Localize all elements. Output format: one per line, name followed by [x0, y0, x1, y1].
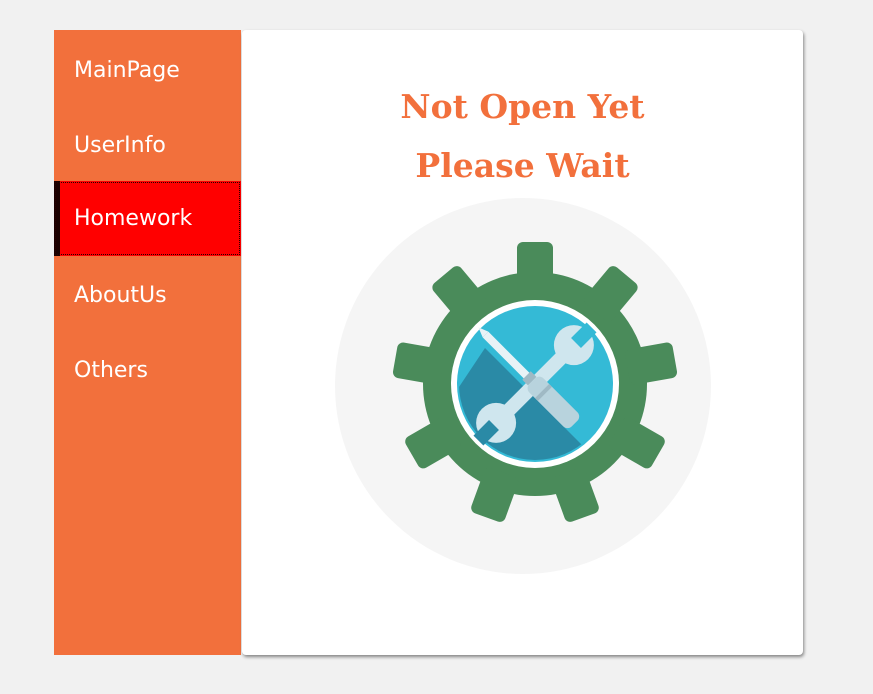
sidebar-item-others[interactable]: Others	[54, 333, 241, 408]
sidebar-item-aboutus[interactable]: AboutUs	[54, 258, 241, 333]
gear-with-tools-icon	[335, 198, 711, 574]
sidebar-item-userinfo[interactable]: UserInfo	[54, 108, 241, 183]
main-content-panel: Not Open Yet Please Wait	[242, 30, 803, 655]
sidebar: MainPage UserInfo Homework AboutUs Other…	[54, 30, 241, 655]
sidebar-item-label: MainPage	[74, 58, 180, 83]
sidebar-item-mainpage[interactable]: MainPage	[54, 33, 241, 108]
app-window: MainPage UserInfo Homework AboutUs Other…	[0, 0, 873, 694]
sidebar-item-label: Homework	[74, 206, 193, 231]
page-title: Not Open Yet	[400, 87, 645, 126]
sidebar-item-label: UserInfo	[74, 133, 166, 158]
sidebar-item-label: Others	[74, 358, 148, 383]
sidebar-item-homework[interactable]: Homework	[54, 181, 241, 256]
sidebar-item-label: AboutUs	[74, 283, 167, 308]
page-subtitle: Please Wait	[415, 146, 630, 185]
